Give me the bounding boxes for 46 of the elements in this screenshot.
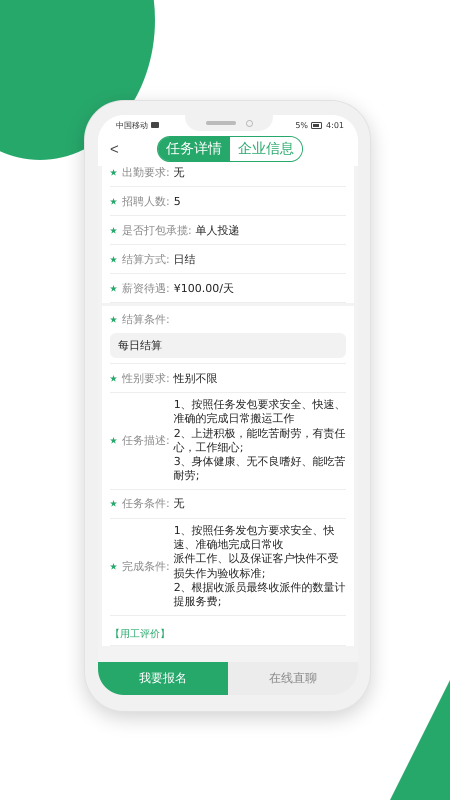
signal-icon <box>151 122 159 128</box>
chat-button[interactable]: 在线直聊 <box>228 662 358 695</box>
field-value-line: 1、按照任务发包方要求安全、快速、准确地完成日常收 <box>174 524 336 552</box>
field-label: 出勤要求: <box>122 166 170 180</box>
tab[interactable]: 任务详情 <box>158 137 230 161</box>
star-icon <box>110 284 117 292</box>
star-icon <box>110 437 117 444</box>
field-value: 无 <box>174 166 185 180</box>
field-value: 单人投递 <box>196 222 240 238</box>
section-title: 【用工评价】 <box>110 628 170 640</box>
star-icon <box>110 256 117 262</box>
field-value: 5 <box>174 194 181 208</box>
field-value-line: 3、身体健康、无不良嗜好、能吃苦耐劳; <box>174 455 346 484</box>
field-label: 任务条件: <box>122 496 170 512</box>
field-label: 薪资待遇: <box>122 280 170 296</box>
signup-button[interactable]: 我要报名 <box>98 662 228 695</box>
field-value: ¥100.00/天 <box>174 280 234 296</box>
back-button[interactable]: < <box>106 140 123 158</box>
star-icon <box>110 198 117 204</box>
star-icon <box>110 226 117 234</box>
star-icon <box>110 374 117 382</box>
field-value-line: 1、按照任务发包要求安全、快速、准确的完成日常搬运工作 <box>174 398 346 427</box>
star-icon <box>110 168 117 176</box>
camera-icon <box>246 120 252 126</box>
star-icon <box>110 500 117 508</box>
field-value: 每日结算 <box>110 333 346 358</box>
clock-text: 4:01 <box>326 120 344 130</box>
field-value-line: 派件工作、以及保证客户快件不受损失作为验收标准; <box>174 552 340 581</box>
field-label: 完成条件: <box>122 559 170 574</box>
field-label: 结算方式: <box>122 252 170 266</box>
field-value-line: 2、上进积极，能吃苦耐劳，有责任心，工作细心; <box>174 426 346 456</box>
field-value: 性别不限 <box>174 370 218 386</box>
field-value: 无 <box>174 496 185 512</box>
battery-icon <box>311 122 324 128</box>
field-label: 性别要求: <box>122 370 170 386</box>
carrier-text: 中国移动 <box>116 120 148 130</box>
field-value-line: 2、根据收派员最终收派件的数量计提服务费; <box>174 580 346 610</box>
star-icon <box>110 316 117 323</box>
field-label: 是否打包承揽: <box>122 222 192 238</box>
speaker-icon <box>206 121 236 125</box>
star-icon <box>110 563 117 570</box>
battery-text: 5% <box>295 120 308 130</box>
field-label: 结算条件: <box>122 312 170 327</box>
field-label: 任务描述: <box>122 433 170 448</box>
field-label: 招聘人数: <box>122 194 170 208</box>
field-value: 日结 <box>174 252 196 266</box>
